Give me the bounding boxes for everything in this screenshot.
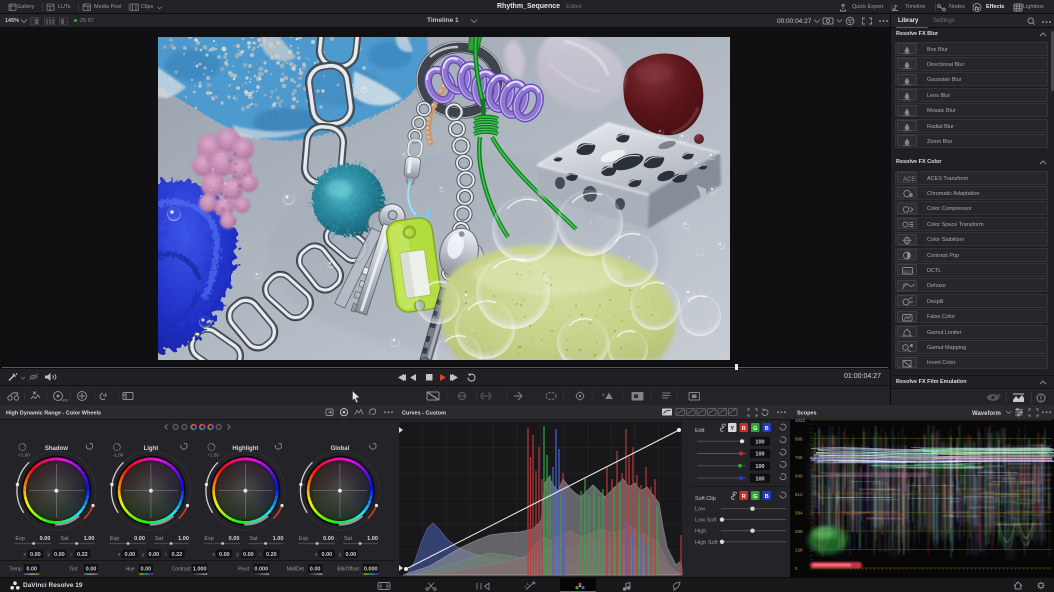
svg-text:+1.00: +1.00 (18, 453, 30, 458)
svg-text:⊦: ⊦ (259, 552, 262, 558)
svg-text:+1.50: +1.50 (207, 453, 219, 458)
svg-text:Pivot: Pivot (238, 567, 250, 573)
svg-text:Exp: Exp (299, 536, 308, 542)
svg-text:High: High (695, 529, 706, 535)
svg-text:Tint: Tint (69, 567, 78, 573)
svg-text:DCTL: DCTL (903, 269, 914, 274)
svg-text:Sat: Sat (155, 536, 164, 542)
svg-text:0.000: 0.000 (254, 567, 268, 573)
svg-text:Scopes: Scopes (797, 411, 817, 417)
svg-text:0.00: 0.00 (219, 552, 230, 558)
svg-text:⊦: ⊦ (165, 552, 168, 558)
svg-text:0.00: 0.00 (346, 552, 357, 558)
svg-text:100: 100 (755, 452, 764, 458)
svg-text:0.00: 0.00 (322, 552, 333, 558)
svg-text:0.00: 0.00 (30, 552, 41, 558)
svg-text:1.00: 1.00 (178, 536, 189, 542)
svg-text:1.00: 1.00 (273, 536, 284, 542)
svg-text:100: 100 (755, 476, 764, 482)
svg-text:640: 640 (795, 474, 803, 479)
svg-text:0.00: 0.00 (229, 536, 240, 542)
svg-text:0.00: 0.00 (40, 536, 51, 542)
svg-text:256: 256 (795, 529, 803, 534)
svg-text:0.00: 0.00 (323, 536, 334, 542)
svg-text:Mid/Det: Mid/Det (287, 567, 305, 573)
svg-text:0.00: 0.00 (134, 536, 145, 542)
svg-text:Blk/Offset: Blk/Offset (337, 567, 359, 573)
svg-text:0.00: 0.00 (125, 552, 136, 558)
svg-text:⊦: ⊦ (70, 552, 73, 558)
svg-text:0.22: 0.22 (77, 552, 88, 558)
svg-text:0.22: 0.22 (172, 552, 183, 558)
svg-text:100: 100 (755, 464, 764, 470)
svg-text:0.00: 0.00 (26, 567, 37, 573)
svg-text:128: 128 (795, 548, 803, 553)
svg-text:Sat: Sat (344, 536, 353, 542)
svg-text:Low Soft: Low Soft (695, 518, 717, 524)
svg-text:Light: Light (144, 446, 159, 452)
svg-text:Soft Clip: Soft Clip (695, 496, 716, 502)
svg-text:768: 768 (795, 455, 803, 460)
svg-text:a: a (602, 392, 605, 397)
svg-text:R: R (742, 426, 746, 432)
svg-text:G: G (753, 426, 757, 432)
svg-text:1.000: 1.000 (193, 567, 207, 573)
svg-text:1.00: 1.00 (84, 536, 95, 542)
svg-text:0.00: 0.00 (310, 567, 321, 573)
svg-text:R: R (742, 494, 746, 500)
svg-text:B: B (765, 426, 769, 432)
svg-text:0.20: 0.20 (266, 552, 277, 558)
svg-text:896: 896 (795, 437, 803, 442)
svg-text:Exp: Exp (204, 536, 213, 542)
svg-text:Global: Global (331, 446, 350, 452)
svg-text:0.00: 0.00 (243, 552, 254, 558)
svg-text:0.000: 0.000 (364, 567, 378, 573)
svg-text:Exp: Exp (15, 536, 24, 542)
svg-text:G: G (753, 494, 757, 500)
svg-text:384: 384 (795, 511, 803, 516)
svg-text:Shadow: Shadow (45, 446, 68, 452)
svg-text:0.00: 0.00 (54, 552, 65, 558)
svg-text:1.00: 1.00 (367, 536, 378, 542)
svg-text:B: B (765, 494, 769, 500)
svg-text:Temp: Temp (9, 567, 21, 573)
svg-text:-1.00: -1.00 (113, 453, 124, 458)
svg-text:Low: Low (695, 507, 705, 513)
svg-text:0.00: 0.00 (86, 567, 97, 573)
svg-text:Curves - Custom: Curves - Custom (402, 411, 446, 417)
svg-text:0.00: 0.00 (140, 567, 151, 573)
svg-text:0.00: 0.00 (149, 552, 160, 558)
svg-text:Edit: Edit (695, 428, 705, 434)
svg-text:Exp: Exp (110, 536, 119, 542)
svg-text:1023: 1023 (795, 418, 806, 423)
svg-text:Hue: Hue (126, 567, 135, 573)
svg-text:Waveform: Waveform (972, 411, 1001, 417)
svg-text:Contrast: Contrast (172, 567, 192, 573)
svg-text:Highlight: Highlight (232, 446, 258, 452)
svg-text:100: 100 (755, 439, 764, 445)
svg-text:High Soft: High Soft (695, 540, 718, 546)
svg-text:HDR: HDR (61, 399, 69, 403)
svg-text:Sat: Sat (60, 536, 69, 542)
svg-text:Sat: Sat (249, 536, 258, 542)
svg-text:Y: Y (730, 426, 734, 432)
svg-text:512: 512 (795, 492, 803, 497)
svg-text:High Dynamic Range - Color Whe: High Dynamic Range - Color Wheels (6, 411, 101, 417)
svg-text:ACES: ACES (903, 177, 915, 183)
